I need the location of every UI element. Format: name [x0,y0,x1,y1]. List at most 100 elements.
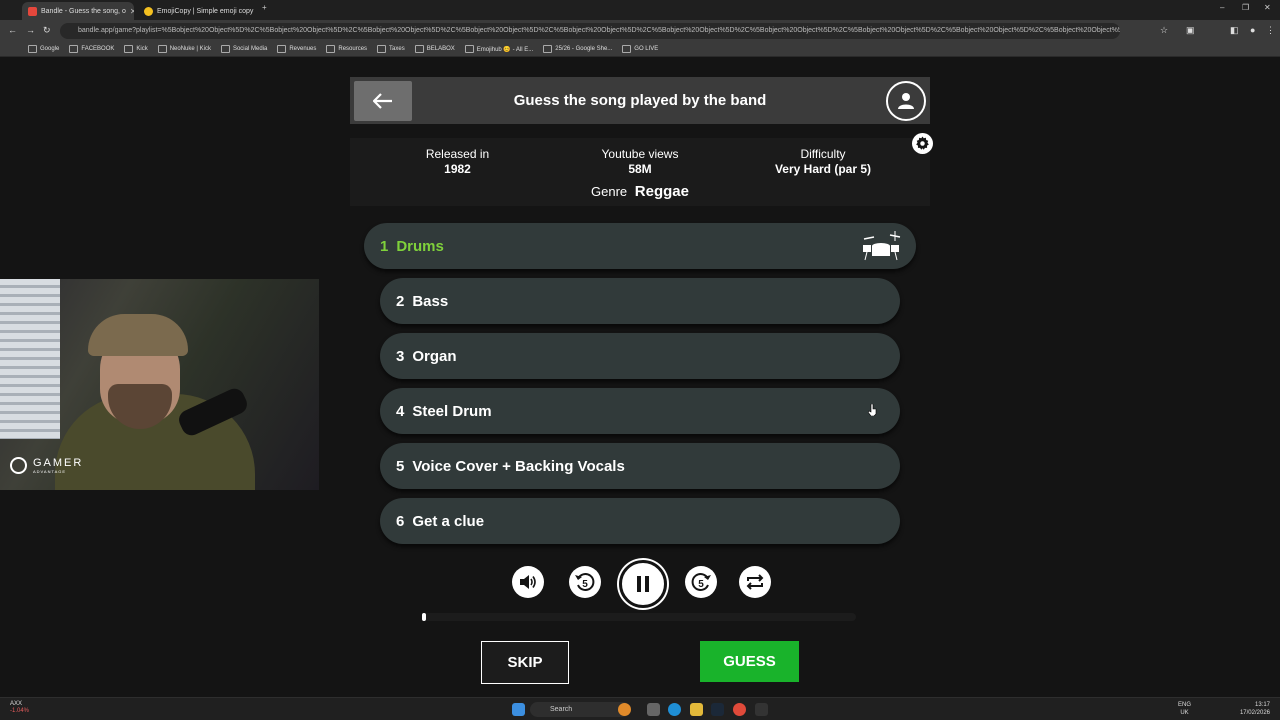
emoji-favicon-icon [144,6,153,16]
bookmark-item[interactable]: GO LIVE [622,45,658,53]
bookmark-item[interactable]: Emojihub 😊 - All E... [465,45,534,53]
logo-ring-icon [10,457,27,474]
hand-cursor-icon [868,404,877,416]
track-number: 4 [396,402,405,420]
tab-bandle[interactable]: Bandle - Guess the song, o ✕ [22,2,134,20]
bookmark-item[interactable]: Kick [124,45,147,53]
rewind-5-icon: 5 [575,573,595,591]
ticker-symbol: AXX [10,701,23,707]
drum-kit-icon [863,231,901,261]
bookmark-item[interactable]: Google [28,45,59,53]
lang-bottom: UK [1180,710,1189,716]
close-icon[interactable]: ✕ [130,7,134,16]
bookmark-item[interactable]: Social Media [221,45,267,53]
widgets-icon[interactable] [618,703,631,716]
new-tab-icon[interactable]: + [262,3,267,12]
game-header: Guess the song played by the band [350,77,930,124]
ticker-change: -1.04% [10,708,30,714]
address-bar-row: ← → ↻ bandle.app/game?playlist=%5Bobject… [0,20,1280,42]
url-input[interactable]: bandle.app/game?playlist=%5Bobject%20Obj… [60,23,1120,39]
progress-handle[interactable] [422,613,426,621]
restore-icon[interactable]: ❐ [1242,3,1249,12]
guess-button[interactable]: GUESS [700,641,799,682]
views-label: Youtube views [601,147,679,161]
bookmark-item[interactable]: Revenues [277,45,316,53]
extensions-icon[interactable]: ▣ [1186,25,1195,36]
profile-avatar-icon[interactable]: ● [1250,25,1255,35]
forward-nav-icon[interactable]: → [26,25,35,35]
repeat-button[interactable] [739,566,771,598]
window-blind [0,279,60,439]
sidebar-icon[interactable]: ◧ [1230,25,1239,36]
tab-emojicopy[interactable]: EmojiCopy | Simple emoji copy ✕ [138,2,254,20]
rewind-5-button[interactable]: 5 [569,566,601,598]
difficulty-stat: Difficulty Very Hard (par 5) [752,147,894,176]
gamer-advantage-logo: GAMER ADVANTAGE [10,457,83,474]
taskbar-search[interactable]: Search [530,702,630,717]
track-get-a-clue[interactable]: 6 Get a clue [380,498,900,544]
window-close-icon[interactable]: ✕ [1264,3,1271,12]
lang-top: ENG [1178,702,1192,708]
user-icon [898,93,914,109]
released-stat: Released in 1982 [410,147,505,176]
chrome-icon[interactable] [733,703,746,716]
track-label: Drums [396,237,444,255]
bookmarks-bar: Google FACEBOOK Kick NeoNuke | Kick Soci… [0,42,1280,57]
browser-tab-bar: Bandle - Guess the song, o ✕ EmojiCopy |… [0,0,1280,20]
bookmark-star-icon[interactable]: ☆ [1160,25,1168,36]
logo-brand-sub: ADVANTAGE [33,469,67,474]
profile-button[interactable] [886,81,926,121]
pause-button[interactable] [619,560,667,608]
bookmark-item[interactable]: 25/26 - Google She... [543,45,612,53]
bookmark-item[interactable]: BELABOX [415,45,455,53]
tab-label: EmojiCopy | Simple emoji copy [157,7,254,15]
bookmark-item[interactable]: Taxes [377,45,405,53]
track-number: 6 [396,512,405,530]
views-value: 58M [628,162,652,176]
track-steel-drum[interactable]: 4 Steel Drum [380,388,900,434]
clock-date: 17/02/2026 [1239,710,1270,716]
rewind-seconds: 5 [582,579,588,590]
track-label: Steel Drum [412,402,492,420]
clock-time: 13:17 [1254,702,1270,708]
volume-button[interactable] [512,566,544,598]
genre-row: Genre Reggae [350,183,930,200]
back-button[interactable] [354,81,412,121]
gear-icon [916,136,929,150]
stock-ticker-widget[interactable]: AXX -1.04% [10,701,29,715]
file-explorer-icon[interactable] [690,703,703,716]
track-voice-cover[interactable]: 5 Voice Cover + Backing Vocals [380,443,900,489]
edge-icon[interactable] [668,703,681,716]
reload-icon[interactable]: ↻ [43,25,51,36]
bookmark-item[interactable]: FACEBOOK [69,45,114,53]
app-icon[interactable] [755,703,768,716]
task-view-icon[interactable] [647,703,660,716]
forward-seconds: 5 [698,579,704,590]
difficulty-label: Difficulty [800,147,846,161]
bookmark-item[interactable]: NeoNuke | Kick [158,45,211,53]
language-indicator[interactable]: ENG UK [1178,701,1191,717]
page-title: Guess the song played by the band [513,92,767,109]
menu-icon[interactable]: ⋮ [1266,25,1275,36]
track-number: 3 [396,347,405,365]
steam-icon[interactable] [711,703,724,716]
logo-brand: GAMER [33,457,84,469]
windows-start-icon[interactable] [512,703,525,716]
back-nav-icon[interactable]: ← [8,25,17,35]
forward-5-button[interactable]: 5 [685,566,717,598]
track-drums[interactable]: 1 Drums [364,223,916,269]
bandle-favicon-icon [28,6,37,16]
genre-value: Reggae [634,183,689,200]
bookmark-item[interactable]: Resources [326,45,367,53]
tab-label: Bandle - Guess the song, o [41,7,126,15]
webcam-overlay: GAMER ADVANTAGE [0,279,319,490]
clock[interactable]: 13:17 17/02/2026 [1240,701,1270,717]
track-organ[interactable]: 3 Organ [380,333,900,379]
minimize-icon[interactable]: – [1220,3,1224,12]
settings-button[interactable] [912,133,933,154]
skip-button[interactable]: SKIP [481,641,569,684]
player-controls: 5 5 [0,560,1280,608]
track-bass[interactable]: 2 Bass [380,278,900,324]
playback-progress-bar[interactable] [422,613,856,621]
forward-5-icon: 5 [691,573,711,591]
